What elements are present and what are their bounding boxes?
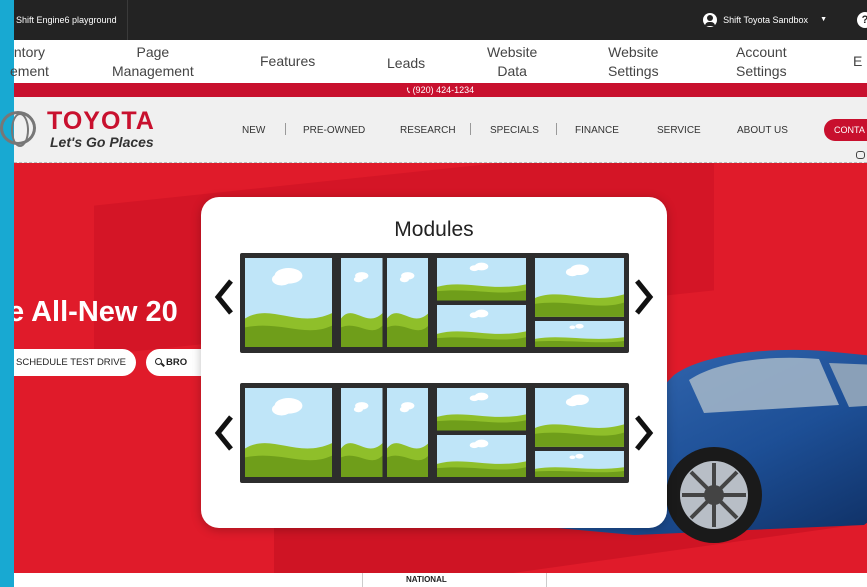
landscape-placeholder-image <box>535 388 624 447</box>
nav-inventory-management[interactable]: ntory ement <box>10 40 49 83</box>
hero-headline: e All-New 20 <box>14 296 178 328</box>
site-nav-about-us[interactable]: ABOUT US <box>737 97 788 163</box>
landscape-placeholder-image <box>245 258 332 347</box>
screen: Shift Engine6 playground Shift Toyota Sa… <box>0 0 867 587</box>
nav-features[interactable]: Features <box>260 40 315 83</box>
account-name: Shift Toyota Sandbox <box>723 15 809 25</box>
nav-account-settings[interactable]: Account Settings <box>736 40 787 83</box>
nav-divider <box>556 123 557 135</box>
landscape-placeholder-image <box>437 304 526 347</box>
caret-down-icon: ▼ <box>820 16 827 23</box>
site-nav-research[interactable]: RESEARCH <box>400 97 456 163</box>
user-icon <box>703 13 718 27</box>
footer-strip: NATIONAL <box>14 573 867 587</box>
toyota-logo-icon[interactable] <box>0 111 36 147</box>
nav-divider <box>285 123 286 135</box>
landscape-placeholder-image <box>535 258 624 317</box>
site-nav-new[interactable]: NEW <box>242 97 265 163</box>
phone-bar[interactable]: 📞︎ (920) 424-1234 <box>14 83 867 97</box>
nav-page-management[interactable]: Page Management <box>112 40 194 83</box>
site-nav-finance[interactable]: FINANCE <box>575 97 619 163</box>
chevron-left-icon[interactable] <box>213 413 235 453</box>
nav-leads[interactable]: Leads <box>387 42 425 85</box>
site-nav-specials[interactable]: SPECIALS <box>490 97 539 163</box>
module-layout-full-width[interactable] <box>245 258 332 347</box>
module-layout-two-row-large-top[interactable] <box>535 388 624 477</box>
landscape-placeholder-image <box>386 258 428 347</box>
search-icon <box>155 358 162 365</box>
left-frame-edge <box>0 0 14 587</box>
module-carousel-row-2 <box>240 383 629 483</box>
main-nav: ntory ement Page Management Features Lea… <box>10 40 867 85</box>
contact-button[interactable]: CONTA <box>824 119 867 141</box>
landscape-placeholder-image <box>437 388 526 431</box>
module-layout-two-column[interactable] <box>341 258 428 347</box>
nav-website-data[interactable]: Website Data <box>487 40 537 83</box>
landscape-placeholder-image <box>245 388 332 477</box>
landscape-placeholder-image <box>535 450 624 477</box>
landscape-placeholder-image <box>386 388 428 477</box>
module-layout-two-row[interactable] <box>437 388 526 477</box>
landscape-placeholder-image <box>341 258 383 347</box>
chevron-right-icon[interactable] <box>633 413 655 453</box>
brand-name[interactable]: TOYOTA <box>47 107 155 136</box>
module-layout-full-width[interactable] <box>245 388 332 477</box>
module-layout-two-row-large-top[interactable] <box>535 258 624 347</box>
dealer-header: TOYOTA Let's Go Places NEW PRE-OWNED RES… <box>0 97 867 163</box>
help-icon[interactable]: ? <box>857 12 867 28</box>
site-nav-pre-owned[interactable]: PRE-OWNED <box>303 97 365 163</box>
chat-icon[interactable] <box>856 151 865 159</box>
footer-divider <box>546 573 547 587</box>
brand-slogan: Let's Go Places <box>50 134 154 150</box>
chevron-left-icon[interactable] <box>213 277 235 317</box>
app-name[interactable]: Shift Engine6 playground <box>14 0 128 40</box>
site-nav-service[interactable]: SERVICE <box>657 97 701 163</box>
footer-divider <box>362 573 363 587</box>
landscape-placeholder-image <box>341 388 383 477</box>
phone-number: (920) 424-1234 <box>412 85 475 95</box>
module-carousel-row-1 <box>240 253 629 353</box>
national-label: NATIONAL <box>406 575 447 584</box>
chevron-right-icon[interactable] <box>633 277 655 317</box>
schedule-test-drive-button[interactable]: SCHEDULE TEST DRIVE <box>14 349 136 376</box>
landscape-placeholder-image <box>437 434 526 477</box>
browse-button-label: BRO <box>166 357 188 368</box>
phone-icon: 📞︎ <box>406 85 411 95</box>
nav-divider <box>470 123 471 135</box>
landscape-placeholder-image <box>437 258 526 301</box>
top-bar: Shift Engine6 playground Shift Toyota Sa… <box>14 0 867 40</box>
module-layout-two-column[interactable] <box>341 388 428 477</box>
nav-overflow-item[interactable]: E <box>853 40 862 83</box>
modules-panel: Modules <box>201 197 667 528</box>
account-menu[interactable]: Shift Toyota Sandbox ▼ <box>703 0 827 40</box>
landscape-placeholder-image <box>535 320 624 347</box>
module-layout-two-row[interactable] <box>437 258 526 347</box>
modules-title: Modules <box>394 218 474 241</box>
nav-website-settings[interactable]: Website Settings <box>608 40 659 83</box>
